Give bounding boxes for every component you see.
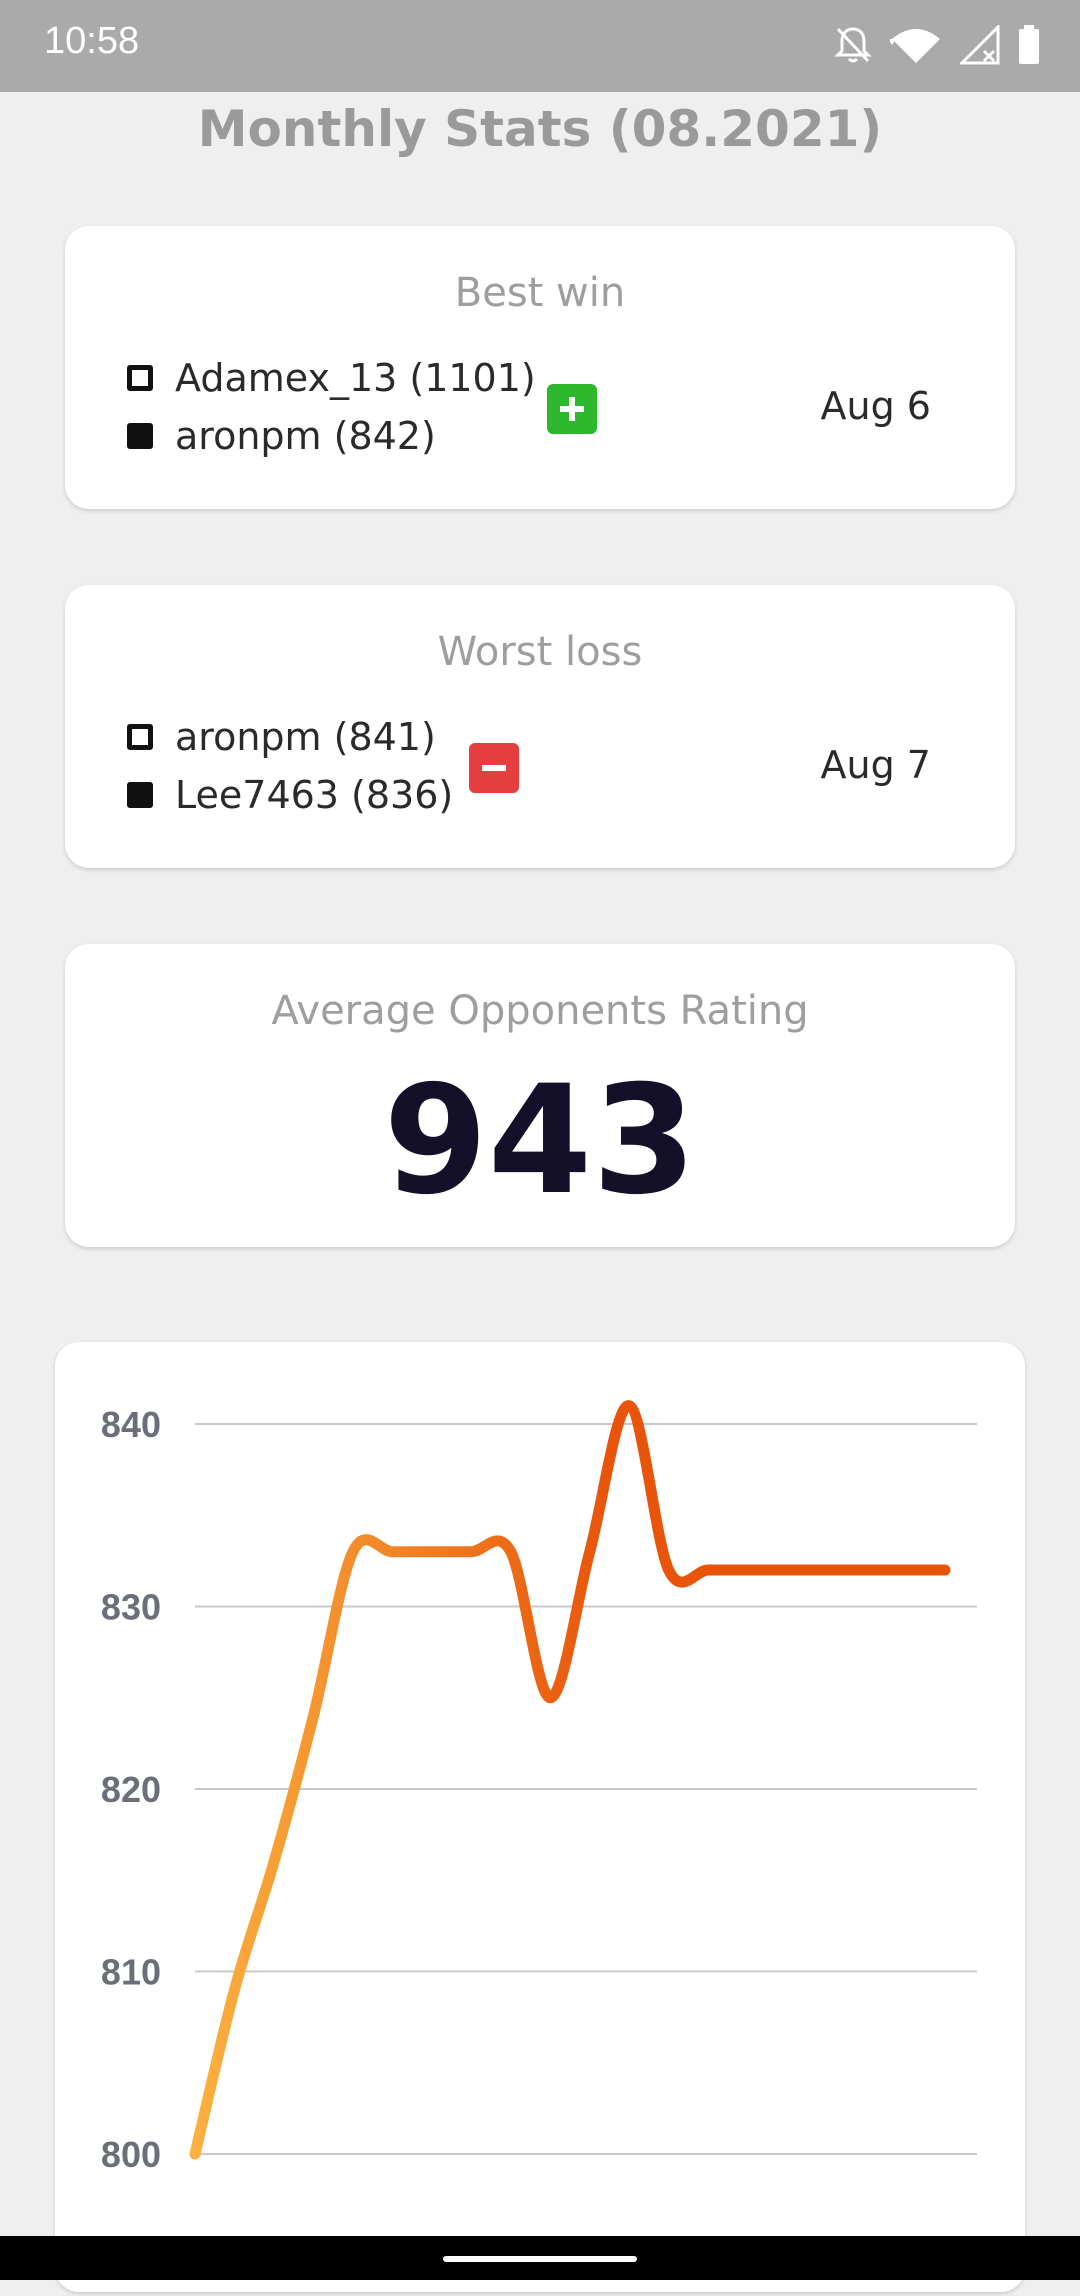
- white-player-name: Adamex_13 (1101): [175, 356, 536, 400]
- black-player-name: Lee7463 (836): [175, 773, 454, 817]
- y-tick-label: 830: [101, 1587, 161, 1628]
- battery-icon: [1019, 25, 1039, 64]
- average-opponents-title: Average Opponents Rating: [271, 988, 809, 1034]
- black-piece-icon: [127, 782, 153, 808]
- best-win-card[interactable]: Best win Adamex_13 (1101) aronpm (842) A…: [65, 226, 1015, 509]
- black-player-row: aronpm (842): [127, 414, 436, 458]
- wifi-icon: [890, 29, 940, 63]
- white-piece-icon: [127, 724, 153, 750]
- plus-icon: [547, 384, 597, 434]
- rating-chart-card: 840 830 820 810 800: [55, 1342, 1025, 2292]
- worst-loss-date: Aug 7: [820, 743, 931, 787]
- best-win-title: Best win: [454, 270, 626, 316]
- y-tick-label: 840: [101, 1404, 161, 1445]
- bell-off-icon: [834, 27, 872, 63]
- signal-icon: [960, 25, 1000, 65]
- status-bar: 10:58: [0, 0, 1080, 92]
- rating-series-line: [189, 1400, 951, 2160]
- status-icons: [834, 20, 1040, 70]
- best-win-date: Aug 6: [820, 384, 931, 428]
- black-piece-icon: [127, 423, 153, 449]
- white-player-row: Adamex_13 (1101): [127, 356, 536, 400]
- worst-loss-card[interactable]: Worst loss aronpm (841) Lee7463 (836) Au…: [65, 585, 1015, 868]
- minus-icon: [469, 743, 519, 793]
- worst-loss-title: Worst loss: [437, 629, 643, 675]
- home-gesture-handle[interactable]: [443, 2256, 637, 2262]
- black-player-name: aronpm (842): [175, 414, 436, 458]
- rating-line-chart: 840 830 820 810 800: [101, 1400, 977, 2175]
- navigation-bar: [0, 2236, 1080, 2280]
- y-tick-label: 810: [101, 1952, 161, 1993]
- white-player-name: aronpm (841): [175, 715, 436, 759]
- status-time: 10:58: [44, 20, 140, 62]
- white-player-row: aronpm (841): [127, 715, 436, 759]
- average-opponents-card: Average Opponents Rating 943: [65, 944, 1015, 1247]
- black-player-row: Lee7463 (836): [127, 773, 453, 817]
- white-piece-icon: [127, 365, 153, 391]
- page-title: Monthly Stats (08.2021): [197, 100, 883, 158]
- y-tick-label: 800: [101, 2134, 161, 2175]
- y-tick-label: 820: [101, 1769, 161, 1810]
- average-opponents-value: 943: [383, 1054, 697, 1228]
